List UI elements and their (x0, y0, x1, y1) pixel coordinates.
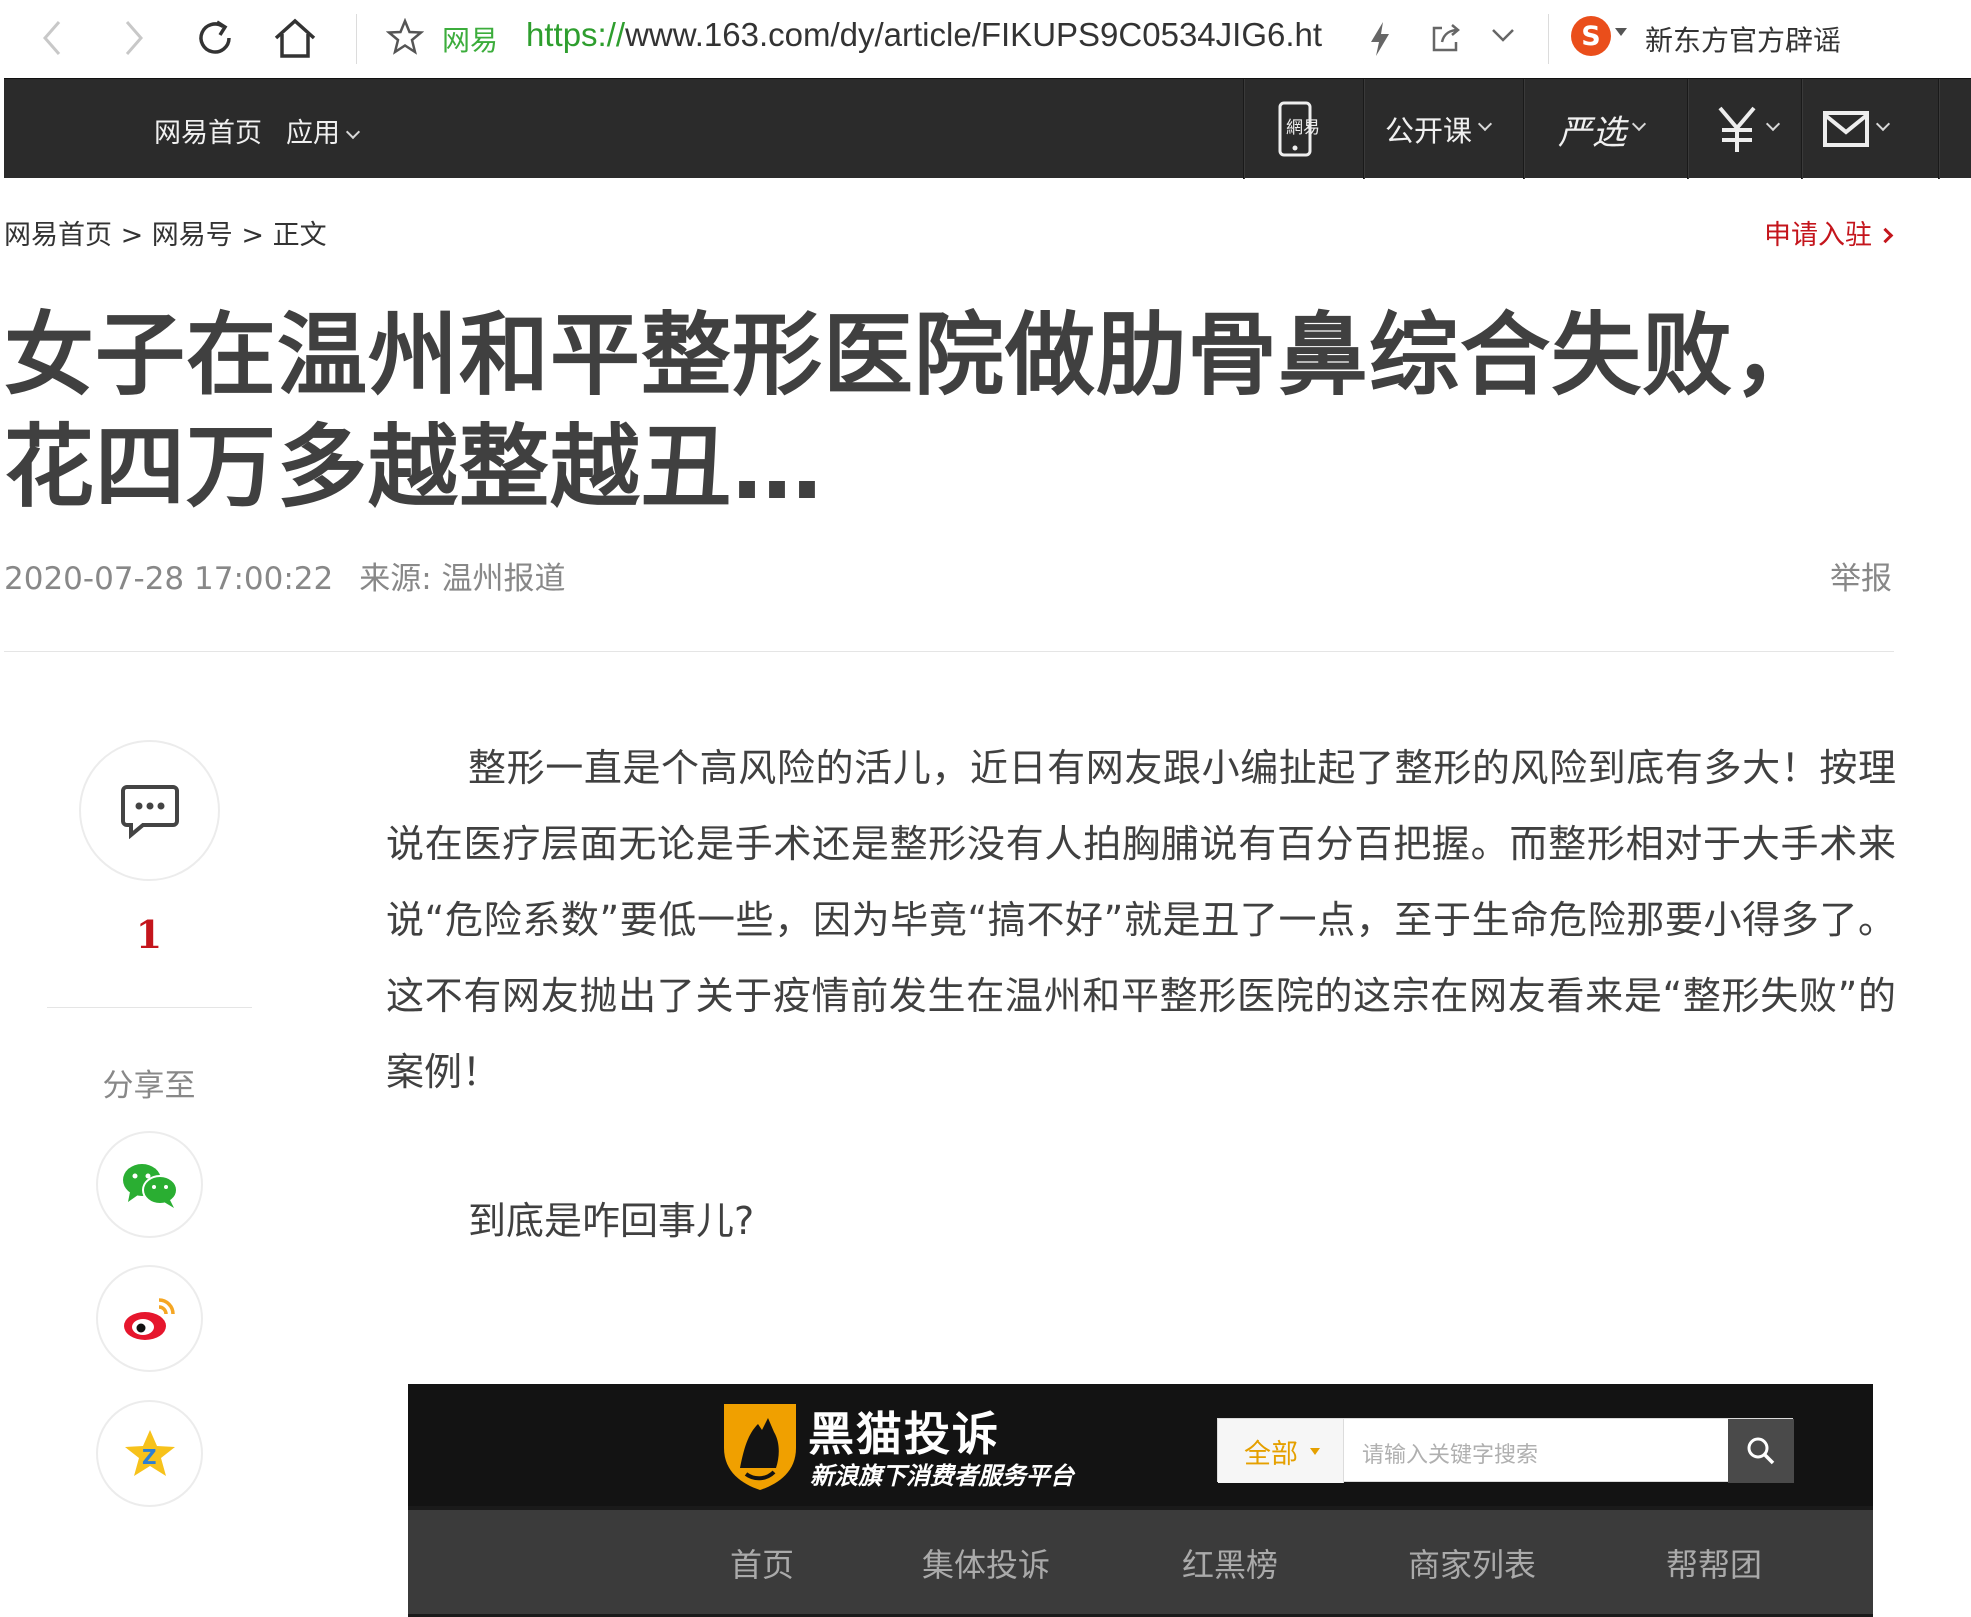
url-path: www.163.com/dy/article/FIKUPS9C0534JIG6.… (625, 16, 1323, 53)
embedded-screenshot-image: 黑猫投诉 新浪旗下消费者服务平台 全部 请输入关键字搜索 首页 集体投诉 红黑榜… (408, 1384, 1873, 1617)
nav-divider (1363, 79, 1364, 179)
nav-money-menu[interactable] (1714, 79, 1781, 179)
embed-brand: 黑猫投诉 (808, 1407, 1000, 1461)
netease-mobile-icon[interactable]: 網易 (1276, 79, 1336, 179)
embed-nav-item: 商家列表 (1408, 1546, 1537, 1584)
caret-down-icon (1765, 116, 1781, 132)
reload-button[interactable] (187, 10, 243, 66)
embed-scope-select: 全部 (1218, 1419, 1344, 1483)
embed-nav-bar: 首页 集体投诉 红黑榜 商家列表 帮帮团 (408, 1510, 1873, 1614)
share-wechat-button[interactable] (96, 1131, 203, 1238)
breadcrumb-section-link[interactable]: 网易号 (152, 220, 233, 251)
embed-nav-item: 集体投诉 (922, 1546, 1051, 1584)
nav-yanxuan-label: 严选 (1558, 112, 1626, 153)
browser-toolbar: 网易 https://www.163.com/dy/article/FIKUPS… (0, 0, 1971, 78)
caret-down-icon (1875, 116, 1891, 132)
caret-down-icon (1631, 116, 1647, 132)
divider (4, 651, 1894, 652)
home-button[interactable] (267, 10, 323, 66)
hot-search-text[interactable]: 新东方官方辟谣 (1645, 19, 1841, 59)
apply-join-label: 申请入驻 (1764, 220, 1872, 251)
comment-bubble-icon (120, 784, 179, 839)
article-body: 整形一直是个高风险的活儿，近日有网友跟小编扯起了整形的风险到底有多大！按理说在医… (386, 730, 1896, 1110)
chevron-right-icon (1877, 227, 1894, 244)
nav-home-link[interactable]: 网易首页 (154, 111, 262, 150)
article-paragraph: 到底是咋回事儿? (468, 1199, 755, 1243)
svg-text:Z: Z (142, 1445, 157, 1469)
forward-arrow-icon (125, 21, 143, 55)
article-paragraph: 整形一直是个高风险的活儿，近日有网友跟小编扯起了整形的风险到底有多大！按理说在医… (386, 746, 1896, 1094)
forward-button[interactable] (106, 10, 162, 66)
home-icon (274, 18, 316, 58)
reload-icon (199, 20, 231, 54)
nav-open-course-menu[interactable]: 公开课 (1385, 79, 1493, 179)
embed-tagline: 新浪旗下消费者服务平台 (810, 1462, 1074, 1490)
caret-down-icon (1310, 1447, 1320, 1455)
embed-search-box: 全部 请输入关键字搜索 (1217, 1418, 1794, 1483)
nav-yanxuan-menu[interactable]: 严选 (1558, 79, 1647, 179)
nav-open-course-label: 公开课 (1385, 114, 1473, 148)
nav-divider (1243, 79, 1244, 179)
nav-divider (1523, 79, 1524, 179)
yuan-icon (1718, 106, 1756, 152)
caret-down-icon (1477, 116, 1493, 132)
embed-nav-item: 帮帮团 (1666, 1546, 1763, 1584)
site-label: 网易 (442, 24, 499, 57)
wechat-icon (122, 1163, 178, 1208)
comment-button[interactable] (79, 740, 220, 881)
share-label: 分享至 (102, 1068, 196, 1104)
comment-count[interactable]: 1 (0, 912, 298, 957)
nav-divider (1687, 79, 1688, 179)
report-link[interactable]: 举报 (1830, 553, 1892, 598)
svg-text:網易: 網易 (1286, 118, 1320, 138)
share-qzone-button[interactable]: Z (96, 1400, 203, 1507)
breadcrumb-separator: > (232, 220, 273, 251)
nav-apps-label: 应用 (286, 118, 340, 149)
breadcrumb: 网易首页 > 网易号 > 正文 (4, 213, 327, 252)
share-weibo-button[interactable] (96, 1265, 203, 1372)
nav-mail-menu[interactable] (1822, 79, 1891, 179)
embed-header: 黑猫投诉 新浪旗下消费者服务平台 全部 请输入关键字搜索 (408, 1384, 1873, 1506)
weibo-icon (123, 1297, 175, 1340)
back-button[interactable] (24, 10, 80, 66)
share-page-icon[interactable] (1428, 20, 1464, 60)
breadcrumb-separator: > (112, 220, 152, 251)
mail-icon (1823, 111, 1869, 147)
article-meta: 2020-07-28 17:00:22 来源: 温州报道 (4, 553, 566, 598)
embed-search-button (1728, 1419, 1794, 1483)
article-source: 来源: 温州报道 (359, 561, 566, 597)
black-cat-logo-icon (720, 1398, 800, 1496)
url-scheme: https:// (526, 16, 626, 53)
embed-nav-item: 红黑榜 (1182, 1546, 1279, 1584)
caret-down-icon[interactable] (1615, 28, 1627, 36)
divider (47, 1007, 252, 1008)
sogou-icon[interactable]: S (1571, 16, 1611, 56)
article-title: 女子在温州和平整形医院做肋骨鼻综合失败，花四万多越整越丑… (4, 303, 1824, 520)
apply-join-link[interactable]: 申请入驻 (1764, 213, 1894, 252)
breadcrumb-home-link[interactable]: 网易首页 (4, 220, 112, 251)
address-bar[interactable]: https://www.163.com/dy/article/FIKUPS9C0… (526, 16, 1322, 54)
back-arrow-icon (43, 21, 61, 55)
nav-divider (1938, 79, 1939, 179)
lightning-icon[interactable] (1367, 20, 1393, 62)
search-icon (1747, 1437, 1775, 1465)
embed-search-placeholder: 请输入关键字搜索 (1362, 1443, 1539, 1468)
embed-scope-label: 全部 (1244, 1438, 1298, 1470)
toolbar-divider (1548, 14, 1549, 64)
toolbar-divider (356, 14, 357, 64)
qzone-icon: Z (124, 1429, 175, 1476)
site-nav-bar: 网易首页 应用 網易 公开课 严选 (4, 78, 1971, 179)
embed-nav-item: 首页 (730, 1546, 795, 1584)
nav-divider (1801, 79, 1802, 179)
publish-datetime: 2020-07-28 17:00:22 (4, 561, 334, 597)
breadcrumb-current: 正文 (272, 220, 327, 251)
bookmark-star-icon[interactable] (385, 17, 425, 60)
caret-down-icon (345, 124, 361, 140)
chevron-down-icon[interactable] (1490, 26, 1516, 48)
nav-apps-menu[interactable]: 应用 (286, 111, 361, 150)
